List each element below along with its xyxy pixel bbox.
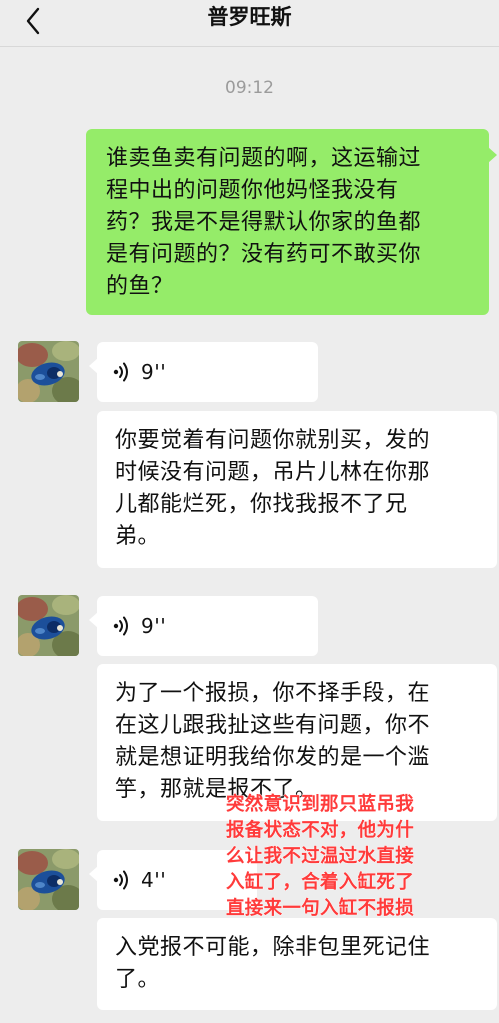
message-timestamp: 09:12 [225, 78, 274, 98]
contact-avatar[interactable] [18, 595, 79, 656]
voice-message-bubble[interactable]: 9'' [89, 342, 318, 402]
chat-header: 普罗旺斯 [0, 0, 499, 47]
contact-avatar[interactable] [18, 849, 79, 910]
voice-wave-icon [113, 615, 129, 637]
received-message-bubble[interactable]: 你要觉着有问题你就别买，发的 时候没有问题，吊片儿林在你那 儿都能烂死，你找我报… [97, 411, 497, 568]
voice-message-bubble[interactable]: 9'' [89, 596, 318, 656]
sent-message-bubble[interactable]: 谁卖鱼卖有问题的啊，这运输过 程中出的问题你他妈怪我没有 药？我是不是得默认你家… [86, 129, 497, 315]
voice-duration: 4'' [141, 868, 167, 892]
message-text: 谁卖鱼卖有问题的啊，这运输过 程中出的问题你他妈怪我没有 药？我是不是得默认你家… [106, 146, 422, 299]
voice-wave-icon [113, 361, 129, 383]
voice-duration: 9'' [141, 360, 167, 384]
chat-title: 普罗旺斯 [207, 5, 292, 29]
received-message-bubble[interactable]: 入党报不可能，除非包里死记住 了。 [97, 918, 497, 1010]
message-text: 入党报不可能，除非包里死记住 了。 [115, 935, 431, 992]
annotation-overlay-text: 突然意识到那只蓝吊我 报备状态不对，他为什 么让我不过温过水直接 入缸了，合着入… [226, 794, 415, 920]
voice-duration: 9'' [141, 614, 167, 638]
message-text: 你要觉着有问题你就别买，发的 时候没有问题，吊片儿林在你那 儿都能烂死，你找我报… [115, 428, 431, 549]
contact-avatar[interactable] [18, 341, 79, 402]
voice-wave-icon [113, 869, 129, 891]
